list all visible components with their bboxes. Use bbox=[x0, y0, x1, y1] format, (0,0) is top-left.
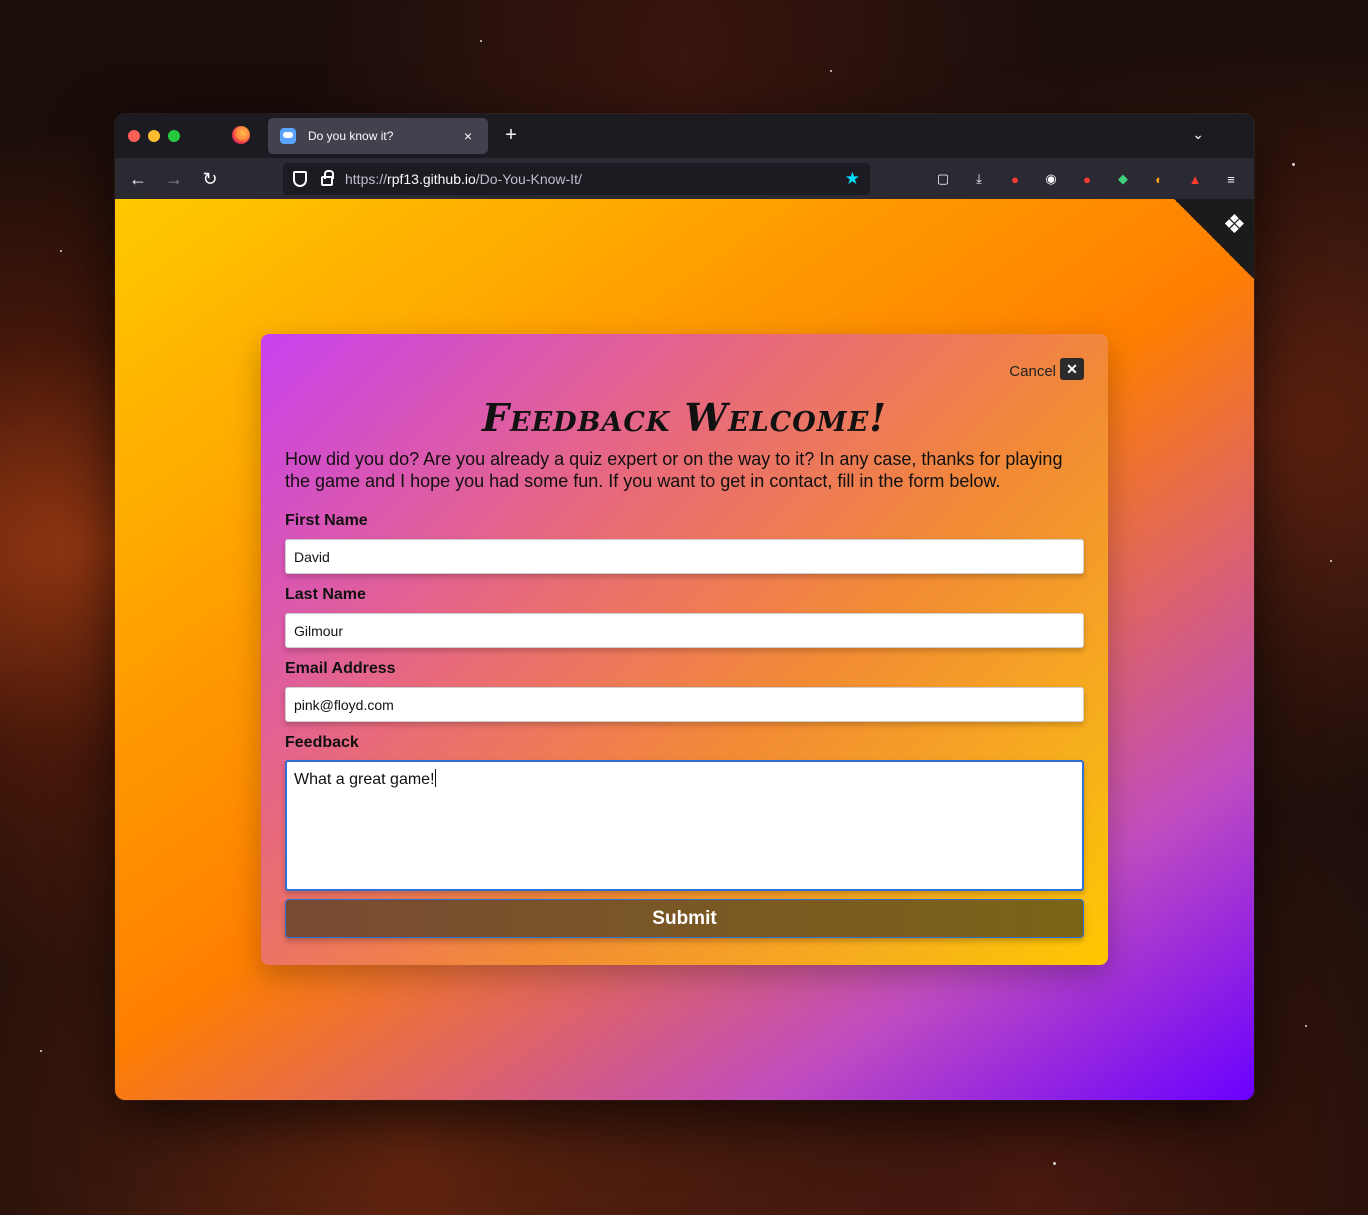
tab-active[interactable]: Do you know it? × bbox=[268, 118, 488, 154]
navigation-bar: ← → ↻ https://rpf13.github.io/Do-You-Kno… bbox=[115, 158, 1254, 199]
email-field[interactable]: pink@floyd.com bbox=[285, 687, 1084, 722]
first-name-label: First Name bbox=[285, 512, 368, 529]
page-title: Feedback Welcome! bbox=[482, 395, 887, 440]
tab-list-chevron-icon[interactable]: ⌄ bbox=[1192, 126, 1204, 143]
submit-button[interactable]: Submit bbox=[285, 899, 1084, 938]
last-name-label: Last Name bbox=[285, 586, 366, 603]
feedback-label: Feedback bbox=[285, 734, 359, 751]
pocket-icon[interactable]: ▢ bbox=[932, 168, 954, 190]
url-text[interactable]: https://rpf13.github.io/Do-You-Know-It/ bbox=[345, 171, 845, 187]
toolbar-icons: ▢ ⤓ ● ◉ ● ◆ ◐ ▲ ≡ bbox=[932, 168, 1242, 190]
new-tab-button[interactable]: + bbox=[500, 124, 522, 147]
tracking-shield-icon[interactable] bbox=[293, 171, 307, 187]
email-label: Email Address bbox=[285, 660, 396, 677]
feedback-text: What a great game! bbox=[294, 771, 435, 788]
extension-icon[interactable]: ◐ bbox=[1148, 168, 1170, 190]
site-favicon-icon bbox=[280, 128, 296, 144]
extension-icon[interactable]: ● bbox=[1004, 168, 1026, 190]
extension-icon[interactable]: ◉ bbox=[1040, 168, 1062, 190]
tab-close-icon[interactable]: × bbox=[460, 128, 476, 144]
github-octocat-icon[interactable]: ❖ bbox=[1223, 209, 1246, 240]
menu-icon[interactable]: ≡ bbox=[1220, 168, 1242, 190]
lock-icon[interactable] bbox=[321, 170, 334, 186]
text-caret bbox=[434, 769, 436, 787]
tab-bar: Do you know it? × + ⌄ bbox=[115, 114, 1254, 158]
bookmark-star-icon[interactable]: ★ bbox=[845, 169, 860, 189]
url-bar[interactable]: https://rpf13.github.io/Do-You-Know-It/ … bbox=[283, 163, 870, 195]
close-icon[interactable]: ✕ bbox=[1060, 358, 1084, 380]
back-button[interactable]: ← bbox=[125, 166, 151, 192]
last-name-field[interactable]: Gilmour bbox=[285, 613, 1084, 648]
extension-icon[interactable]: ▲ bbox=[1184, 168, 1206, 190]
github-corner[interactable]: ❖ bbox=[1174, 199, 1254, 279]
firefox-icon[interactable] bbox=[232, 126, 250, 144]
browser-window: Do you know it? × + ⌄ ← → ↻ https://rpf1… bbox=[115, 114, 1254, 1100]
extension-icon[interactable]: ● bbox=[1076, 168, 1098, 190]
feedback-card: Cancel ✕ Feedback Welcome! How did you d… bbox=[261, 334, 1108, 965]
zoom-window-button[interactable] bbox=[168, 130, 180, 142]
minimize-window-button[interactable] bbox=[148, 130, 160, 142]
shield-extension-icon[interactable]: ◆ bbox=[1112, 168, 1134, 190]
reload-button[interactable]: ↻ bbox=[197, 166, 223, 192]
page-viewport: ❖ Cancel ✕ Feedback Welcome! How did you… bbox=[115, 199, 1254, 1100]
close-window-button[interactable] bbox=[128, 130, 140, 142]
download-icon[interactable]: ⤓ bbox=[968, 168, 990, 190]
tab-title: Do you know it? bbox=[308, 129, 394, 143]
intro-text: How did you do? Are you already a quiz e… bbox=[285, 449, 1063, 491]
cancel-button[interactable]: Cancel ✕ bbox=[1009, 358, 1084, 380]
feedback-textarea[interactable]: What a great game! bbox=[285, 760, 1084, 891]
first-name-field[interactable]: David bbox=[285, 539, 1084, 574]
forward-button[interactable]: → bbox=[161, 166, 187, 192]
cancel-label[interactable]: Cancel bbox=[1009, 363, 1056, 380]
